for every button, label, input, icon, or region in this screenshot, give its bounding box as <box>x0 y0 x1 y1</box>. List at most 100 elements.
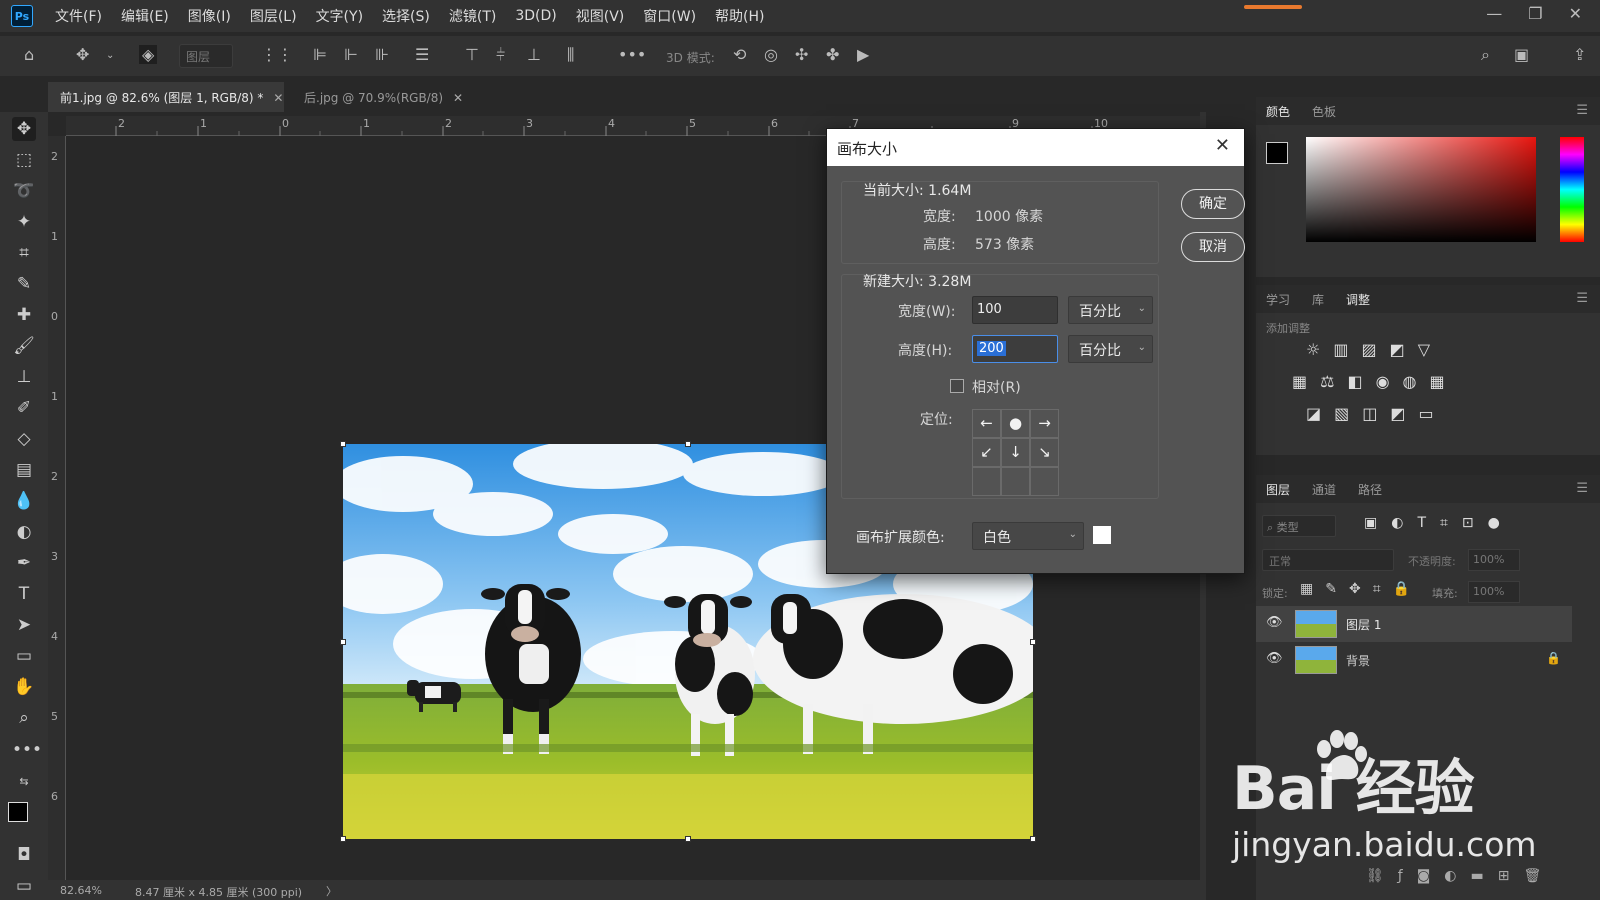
layer-name[interactable]: 图层 1 <box>1346 616 1381 633</box>
transform-handle[interactable] <box>685 836 691 842</box>
restore-icon[interactable]: ❐ <box>1528 4 1542 23</box>
transform-handle[interactable] <box>1030 639 1036 645</box>
transform-handle[interactable] <box>1030 836 1036 842</box>
healing-tool-icon[interactable]: ✚ <box>12 303 36 327</box>
chevron-right-icon[interactable]: 〉 <box>326 883 337 899</box>
transform-handle[interactable] <box>340 639 346 645</box>
align-right-icon[interactable]: ⊪ <box>375 45 389 64</box>
relative-label[interactable]: 相对(R) <box>972 377 1021 397</box>
type-tool-icon[interactable]: T <box>12 582 36 606</box>
marquee-tool-icon[interactable]: ⬚ <box>12 148 36 172</box>
move-tool-icon[interactable]: ✥ <box>12 117 36 141</box>
share-icon[interactable]: ⇪ <box>1573 45 1586 64</box>
home-icon[interactable]: ⌂ <box>24 45 34 64</box>
distribute-vertical-icon[interactable]: ⫼ <box>567 45 574 65</box>
move-tool-icon[interactable]: ✥ <box>76 45 89 64</box>
adjust-icons-row1[interactable]: ☼▥▨◩▽ <box>1306 340 1443 359</box>
arrow-down-icon[interactable]: ↓ <box>1001 438 1030 467</box>
3d-orbit-icon[interactable]: ⟲ <box>733 45 746 64</box>
adjust-icons-row2[interactable]: ▦⚖◧◉◍▦ <box>1292 372 1458 391</box>
menu-filter[interactable]: 滤镜(T) <box>449 6 496 26</box>
transform-handle[interactable] <box>340 836 346 842</box>
arrow-down-left-icon[interactable]: ↙ <box>972 438 1001 467</box>
layer-row[interactable]: 👁 图层 1 <box>1256 606 1572 642</box>
menu-type[interactable]: 文字(Y) <box>316 6 363 26</box>
tab-library[interactable]: 库 <box>1312 291 1324 308</box>
blend-mode-select[interactable]: 正常 <box>1262 549 1394 571</box>
close-icon[interactable]: ✕ <box>453 91 463 105</box>
anchor-center-icon[interactable]: ● <box>1001 409 1030 438</box>
align-middle-icon[interactable]: ⫩ <box>496 45 505 65</box>
arrow-left-icon[interactable]: ← <box>972 409 1001 438</box>
panel-menu-icon[interactable]: ☰ <box>1576 481 1588 496</box>
crop-tool-icon[interactable]: ⌗ <box>12 241 36 265</box>
minimize-icon[interactable]: — <box>1486 4 1502 23</box>
menu-3d[interactable]: 3D(D) <box>515 8 556 24</box>
chevron-down-icon[interactable]: ⌄ <box>106 50 114 61</box>
menu-image[interactable]: 图像(I) <box>188 6 231 26</box>
more-options-icon[interactable]: ••• <box>618 45 646 64</box>
menu-select[interactable]: 选择(S) <box>382 6 430 26</box>
ok-button[interactable]: 确定 <box>1181 189 1245 219</box>
fill-input[interactable]: 100% <box>1468 581 1520 603</box>
quick-mask-icon[interactable]: ◘ <box>12 843 36 867</box>
3d-pan-icon[interactable]: ✣ <box>795 45 808 64</box>
cancel-button[interactable]: 取消 <box>1181 232 1245 262</box>
menu-edit[interactable]: 编辑(E) <box>121 6 169 26</box>
rectangle-tool-icon[interactable]: ▭ <box>12 644 36 668</box>
history-brush-tool-icon[interactable]: ✐ <box>12 396 36 420</box>
tab-swatches[interactable]: 色板 <box>1312 103 1336 120</box>
gradient-tool-icon[interactable]: ▤ <box>12 458 36 482</box>
tab-doc-front[interactable]: 前1.jpg @ 82.6% (图层 1, RGB/8) * ✕ <box>48 82 284 112</box>
auto-select-icon[interactable]: ◈ <box>139 45 158 64</box>
menu-layer[interactable]: 图层(L) <box>250 6 297 26</box>
tab-channels[interactable]: 通道 <box>1312 481 1336 498</box>
panel-menu-icon[interactable]: ☰ <box>1576 291 1588 306</box>
menu-help[interactable]: 帮助(H) <box>715 6 764 26</box>
magic-wand-tool-icon[interactable]: ✦ <box>12 210 36 234</box>
layer-row[interactable]: 👁 背景 🔒 <box>1256 642 1572 678</box>
anchor-empty-cell[interactable] <box>1030 467 1059 496</box>
close-icon[interactable]: ✕ <box>1215 135 1230 156</box>
close-window-icon[interactable]: ✕ <box>1569 4 1582 23</box>
zoom-level[interactable]: 82.64% <box>60 884 102 897</box>
align-center-icon[interactable]: ⊩ <box>344 45 358 64</box>
arrow-down-right-icon[interactable]: ↘ <box>1030 438 1059 467</box>
hue-slider[interactable] <box>1560 137 1584 242</box>
hand-tool-icon[interactable]: ✋ <box>12 675 36 699</box>
eye-icon[interactable]: 👁 <box>1266 651 1283 666</box>
opacity-input[interactable]: 100% <box>1468 549 1520 571</box>
stamp-tool-icon[interactable]: ⊥ <box>12 365 36 389</box>
tab-paths[interactable]: 路径 <box>1358 481 1382 498</box>
tab-doc-back[interactable]: 后.jpg @ 70.9%(RGB/8) ✕ <box>292 82 463 112</box>
zoom-tool-icon[interactable]: ⌕ <box>12 706 36 730</box>
color-field[interactable] <box>1306 137 1536 242</box>
layer-name[interactable]: 背景 <box>1346 652 1370 669</box>
search-icon[interactable]: ⌕ <box>1481 45 1490 65</box>
width-input[interactable]: 100 <box>972 296 1058 324</box>
layer-dropdown[interactable]: 图层 <box>179 44 233 68</box>
transform-handle[interactable] <box>685 441 691 447</box>
transform-handle[interactable] <box>340 441 346 447</box>
dodge-tool-icon[interactable]: ◐ <box>12 520 36 544</box>
transform-controls-icon[interactable]: ⋮⋮ <box>261 45 293 64</box>
foreground-color-swatch[interactable] <box>1266 142 1288 164</box>
eraser-tool-icon[interactable]: ◇ <box>12 427 36 451</box>
tab-learn[interactable]: 学习 <box>1266 291 1290 308</box>
panel-menu-icon[interactable]: ☰ <box>1576 103 1588 118</box>
3d-scale-icon[interactable]: ▶ <box>857 45 869 64</box>
extension-color-select[interactable]: 白色 ⌄ <box>972 522 1084 550</box>
foreground-color-swatch[interactable] <box>8 802 28 822</box>
height-input[interactable]: 200 <box>972 335 1058 363</box>
menu-file[interactable]: 文件(F) <box>55 6 102 26</box>
lock-icons[interactable]: ▦✎✥⌗🔒 <box>1300 581 1422 597</box>
close-icon[interactable]: ✕ <box>273 91 283 105</box>
align-left-icon[interactable]: ⊫ <box>313 45 327 64</box>
tab-color[interactable]: 颜色 <box>1266 103 1290 120</box>
menu-window[interactable]: 窗口(W) <box>643 6 696 26</box>
pen-tool-icon[interactable]: ✒ <box>12 551 36 575</box>
workspace-icon[interactable]: ▣ <box>1514 45 1529 64</box>
relative-checkbox[interactable] <box>950 379 964 393</box>
more-tools-icon[interactable]: ••• <box>12 738 42 762</box>
width-unit-select[interactable]: 百分比 ⌄ <box>1068 296 1153 324</box>
